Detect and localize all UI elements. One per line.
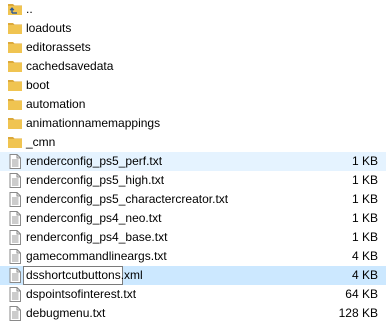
item-name: .. bbox=[26, 2, 33, 16]
folder-icon bbox=[7, 58, 23, 75]
folder-icon bbox=[7, 115, 23, 132]
list-item[interactable]: .. bbox=[0, 0, 386, 19]
list-item[interactable]: dspointsofinterest.txt 64 KB bbox=[0, 285, 386, 304]
folder-icon bbox=[7, 96, 23, 113]
text-file-icon bbox=[7, 248, 23, 265]
item-name: debugmenu.txt bbox=[26, 306, 106, 320]
file-list: .. loadouts editorassets cachedsavedata … bbox=[0, 0, 386, 329]
item-size: 4 KB bbox=[351, 268, 378, 282]
list-item[interactable]: renderconfig_ps5_charactercreator.txt 1 … bbox=[0, 190, 386, 209]
list-item[interactable]: renderconfig_ps5_perf.txt 1 KB bbox=[0, 152, 386, 171]
item-name: editorassets bbox=[26, 40, 91, 54]
item-name: renderconfig_ps4_neo.txt bbox=[26, 211, 162, 225]
folder-icon bbox=[7, 134, 23, 151]
item-name: loadouts bbox=[26, 21, 72, 35]
list-item[interactable]: renderconfig_ps4_base.txt 1 KB bbox=[0, 228, 386, 247]
item-name: animationnamemappings bbox=[26, 116, 161, 130]
item-name: renderconfig_ps5_charactercreator.txt bbox=[26, 192, 229, 206]
list-item[interactable]: boot bbox=[0, 76, 386, 95]
list-item[interactable]: automation bbox=[0, 95, 386, 114]
folder-icon bbox=[7, 77, 23, 94]
folder-icon bbox=[7, 39, 23, 56]
item-name: renderconfig_ps5_high.txt bbox=[26, 173, 165, 187]
item-name: cachedsavedata bbox=[26, 59, 114, 73]
list-item[interactable]: animationnamemappings bbox=[0, 114, 386, 133]
item-size: 64 KB bbox=[345, 287, 378, 301]
list-item[interactable]: debugmenu.txt 128 KB bbox=[0, 304, 386, 323]
text-file-icon bbox=[7, 191, 23, 208]
list-item[interactable]: gamecommandlineargs.txt 4 KB bbox=[0, 247, 386, 266]
text-file-icon bbox=[7, 229, 23, 246]
folder-up-icon bbox=[7, 1, 23, 18]
folder-icon bbox=[7, 20, 23, 37]
text-file-icon bbox=[7, 172, 23, 189]
item-size: 1 KB bbox=[351, 192, 378, 206]
item-name: gamecommandlineargs.txt bbox=[26, 249, 167, 263]
text-file-icon bbox=[7, 305, 23, 322]
text-file-icon bbox=[7, 210, 23, 227]
list-item[interactable]: loadouts bbox=[0, 19, 386, 38]
list-item[interactable]: _cmn bbox=[0, 133, 386, 152]
item-name: _cmn bbox=[26, 135, 56, 149]
text-file-icon bbox=[7, 153, 23, 170]
item-name: dspointsofinterest.txt bbox=[26, 287, 137, 301]
item-size: 1 KB bbox=[351, 154, 378, 168]
item-name: renderconfig_ps4_base.txt bbox=[26, 230, 168, 244]
list-item[interactable]: editorassets bbox=[0, 38, 386, 57]
item-size: 128 KB bbox=[338, 306, 378, 320]
text-file-icon bbox=[7, 286, 23, 303]
item-name: renderconfig_ps5_perf.txt bbox=[26, 154, 163, 168]
list-item[interactable]: renderconfig_ps4_neo.txt 1 KB bbox=[0, 209, 386, 228]
list-item[interactable]: renderconfig_ps5_high.txt 1 KB bbox=[0, 171, 386, 190]
item-size: 1 KB bbox=[351, 211, 378, 225]
item-size: 1 KB bbox=[351, 230, 378, 244]
item-size: 1 KB bbox=[351, 173, 378, 187]
text-file-icon bbox=[7, 267, 23, 284]
list-item[interactable]: cachedsavedata bbox=[0, 57, 386, 76]
list-item[interactable]: dsshortcutbuttons.xml 4 KB bbox=[0, 266, 386, 285]
item-name: boot bbox=[26, 78, 50, 92]
item-name: automation bbox=[26, 97, 86, 111]
item-name[interactable]: dsshortcutbuttons.xml bbox=[26, 268, 143, 283]
item-size: 4 KB bbox=[351, 249, 378, 263]
